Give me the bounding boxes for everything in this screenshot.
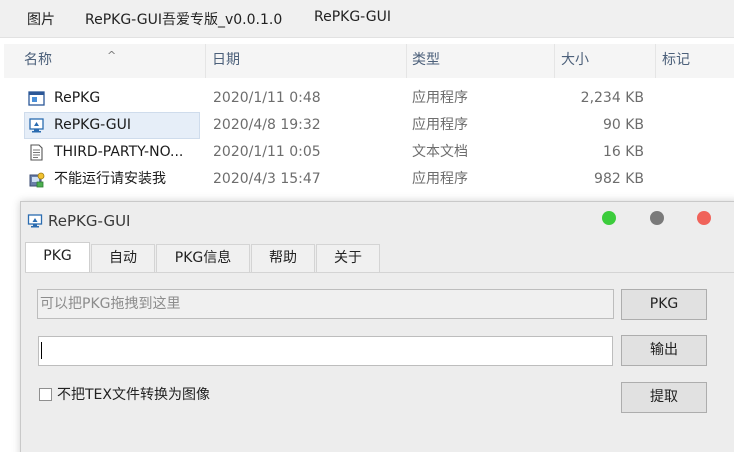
file-name: THIRD-PARTY-NO... [54,144,184,160]
file-list-header: 名称 ^ 日期 类型 大小 标记 [4,44,734,78]
file-row[interactable]: THIRD-PARTY-NO... 2020/1/11 0:05 文本文档 16… [24,139,724,166]
file-date: 2020/1/11 0:48 [213,90,321,106]
close-button[interactable] [697,211,711,225]
file-size: 16 KB [602,144,644,160]
maximize-button[interactable] [602,211,616,225]
column-header-type[interactable]: 类型 [407,44,555,78]
text-caret [41,341,42,359]
file-date: 2020/4/8 19:32 [213,117,321,133]
file-row[interactable]: RePKG-GUI 2020/4/8 19:32 应用程序 90 KB [24,112,724,139]
file-date: 2020/4/3 15:47 [213,171,321,187]
column-header-type-label: 类型 [412,52,440,68]
app-monitor-icon [27,214,43,228]
column-header-name[interactable]: 名称 ^ [4,44,206,78]
output-button[interactable]: 输出 [621,335,707,366]
breadcrumb-item-repkg-gui[interactable]: RePKG-GUI [314,9,391,25]
extract-button[interactable]: 提取 [621,382,707,413]
window-titlebar[interactable]: RePKG-GUI [21,202,734,240]
file-size: 2,234 KB [580,90,644,106]
file-type: 应用程序 [412,117,468,133]
column-header-size-label: 大小 [561,52,589,68]
window-title: RePKG-GUI [48,212,131,230]
column-header-tag-label: 标记 [662,52,690,68]
installer-icon [29,172,45,188]
breadcrumb-item-repkg-gui-version[interactable]: RePKG-GUI吾爱专版_v0.0.1.0 [85,9,282,29]
address-breadcrumb: 图片 RePKG-GUI吾爱专版_v0.0.1.0 RePKG-GUI [0,0,734,38]
column-header-size[interactable]: 大小 [555,44,656,78]
file-type: 应用程序 [412,171,468,187]
repkg-gui-window: RePKG-GUI PKG 自动 PKG信息 帮助 关于 [20,201,734,452]
no-tex-convert-checkbox[interactable] [39,388,52,401]
tab-pkg-info[interactable]: PKG信息 [156,244,250,272]
no-tex-convert-label[interactable]: 不把TEX文件转换为图像 [57,384,210,404]
tab-about[interactable]: 关于 [316,244,380,272]
file-type: 应用程序 [412,90,468,106]
app-monitor-icon [29,118,44,133]
pkg-drop-field[interactable]: 可以把PKG拖拽到这里 [37,289,614,319]
column-header-name-label: 名称 [24,52,52,68]
file-row[interactable]: RePKG 2020/1/11 0:48 应用程序 2,234 KB [24,85,724,112]
app-window-icon [28,91,45,106]
file-type: 文本文档 [412,144,468,160]
pkg-drop-placeholder: 可以把PKG拖拽到这里 [40,296,181,312]
file-name: RePKG-GUI [54,117,131,133]
sort-ascending-icon: ^ [107,49,117,62]
file-name: RePKG [54,90,101,106]
file-row[interactable]: 不能运行请安装我 2020/4/3 15:47 应用程序 982 KB [24,166,724,193]
column-header-date[interactable]: 日期 [206,44,407,78]
pkg-button[interactable]: PKG [621,289,707,320]
text-document-icon [30,144,43,161]
file-size: 90 KB [602,117,644,133]
breadcrumb-item-pictures[interactable]: 图片 [27,9,55,29]
tab-auto[interactable]: 自动 [91,244,155,272]
minimize-button[interactable] [650,211,664,225]
column-header-tag[interactable]: 标记 [656,44,734,78]
file-size: 982 KB [594,171,644,187]
file-name: 不能运行请安装我 [54,171,166,187]
tab-pkg[interactable]: PKG [25,242,90,273]
file-date: 2020/1/11 0:05 [213,144,321,160]
tab-help[interactable]: 帮助 [251,244,315,272]
output-path-input[interactable] [38,336,613,366]
column-header-date-label: 日期 [212,52,240,68]
